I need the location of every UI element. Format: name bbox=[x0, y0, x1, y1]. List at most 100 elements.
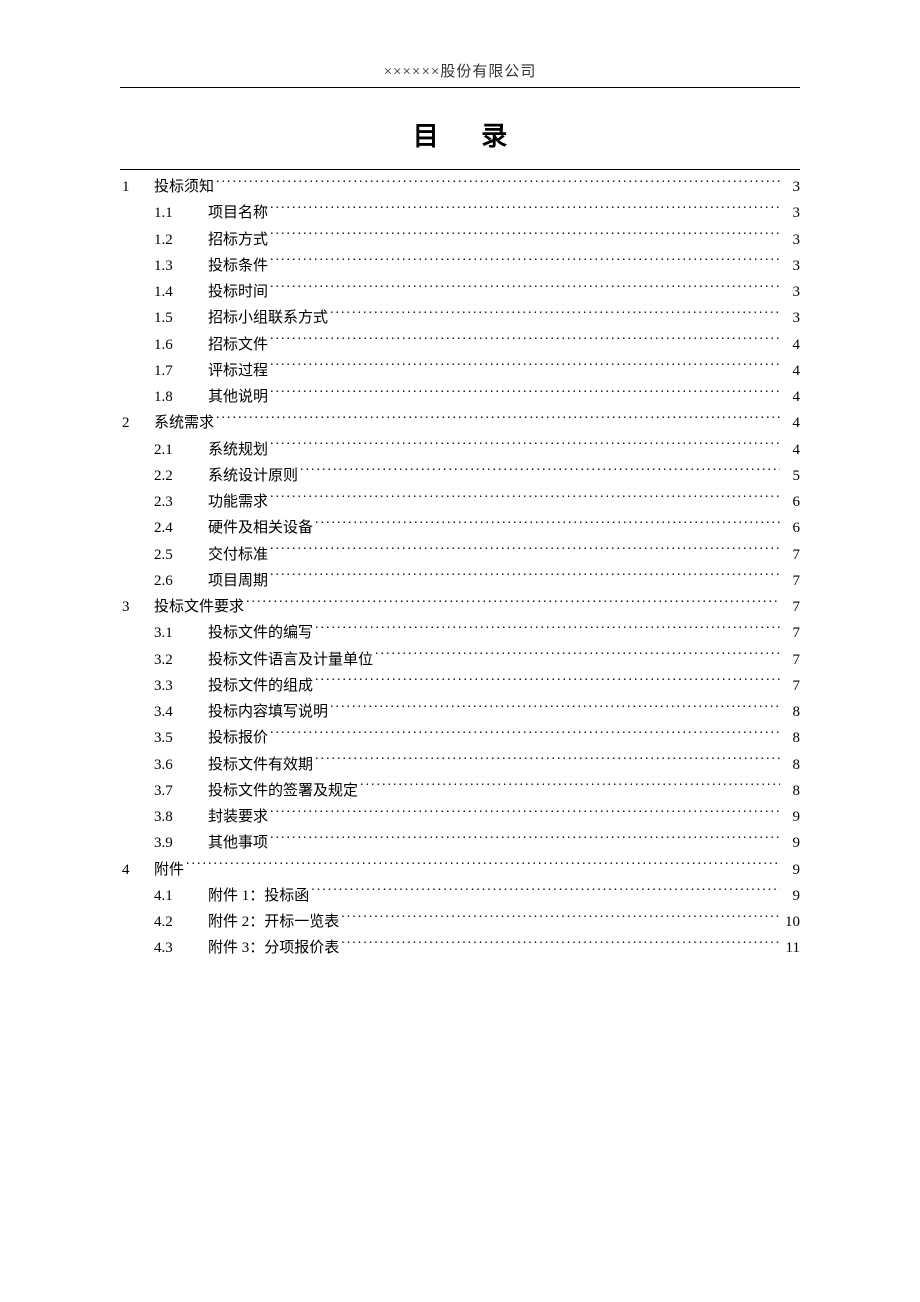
toc-entry-page: 10 bbox=[782, 909, 800, 935]
toc-entry-number: 3.7 bbox=[154, 778, 208, 804]
toc-entry: 2.5交付标准7 bbox=[120, 542, 800, 568]
toc-entry-label: 投标报价 bbox=[208, 725, 268, 751]
toc-entry-label: 投标内容填写说明 bbox=[208, 699, 328, 725]
toc-entry-page: 6 bbox=[782, 489, 800, 515]
toc-entry-page: 8 bbox=[782, 752, 800, 778]
toc-leader-dots bbox=[270, 491, 780, 506]
toc-leader-dots bbox=[360, 780, 780, 795]
toc-entry: 2.2系统设计原则5 bbox=[120, 463, 800, 489]
toc-entry-number: 2.2 bbox=[154, 463, 208, 489]
toc-leader-dots bbox=[315, 754, 780, 769]
toc-entry-number: 1 bbox=[120, 174, 154, 200]
toc-leader-dots bbox=[270, 255, 780, 270]
toc-leader-dots bbox=[300, 465, 780, 480]
toc-entry: 2.1系统规划4 bbox=[120, 437, 800, 463]
toc-entry-number: 1.4 bbox=[154, 279, 208, 305]
toc-entry: 1.8其他说明 4 bbox=[120, 384, 800, 410]
toc-entry-number: 1.2 bbox=[154, 227, 208, 253]
toc-entry: 2.3功能需求 6 bbox=[120, 489, 800, 515]
toc-entry-label: 功能需求 bbox=[208, 489, 268, 515]
toc-entry-label: 附件 bbox=[154, 857, 184, 883]
toc-entry-page: 9 bbox=[782, 830, 800, 856]
toc-entry-page: 7 bbox=[782, 620, 800, 646]
toc-leader-dots bbox=[270, 386, 780, 401]
toc-entry-page: 3 bbox=[782, 174, 800, 200]
toc-entry-label: 投标须知 bbox=[154, 174, 214, 200]
toc-entry-number: 1.7 bbox=[154, 358, 208, 384]
toc-leader-dots bbox=[270, 281, 780, 296]
toc-entry-number: 4.3 bbox=[154, 935, 208, 961]
toc-entry-page: 3 bbox=[782, 200, 800, 226]
toc-entry: 1.2招标方式 3 bbox=[120, 227, 800, 253]
toc-entry-label: 投标文件的编写 bbox=[208, 620, 313, 646]
toc-entry: 3.6投标文件有效期8 bbox=[120, 752, 800, 778]
toc-entry-label: 交付标准 bbox=[208, 542, 268, 568]
toc-entry-label: 系统设计原则 bbox=[208, 463, 298, 489]
page-header: ××××××股份有限公司 bbox=[120, 60, 800, 88]
toc-top-rule bbox=[120, 169, 800, 170]
toc-entry: 1.3投标条件3 bbox=[120, 253, 800, 279]
toc-entry-number: 1.8 bbox=[154, 384, 208, 410]
toc-entry: 4.1附件 1：投标函9 bbox=[120, 883, 800, 909]
toc-entry-number: 3.4 bbox=[154, 699, 208, 725]
toc-entry-page: 3 bbox=[782, 279, 800, 305]
toc-entry-page: 7 bbox=[782, 568, 800, 594]
toc-entry-label: 招标方式 bbox=[208, 227, 268, 253]
toc-entry-page: 8 bbox=[782, 778, 800, 804]
toc-entry-page: 4 bbox=[782, 410, 800, 436]
toc-leader-dots bbox=[315, 622, 780, 637]
document-page: ××××××股份有限公司 目 录 1投标须知31.1项目名称31.2招标方式31… bbox=[0, 0, 920, 1002]
toc-entry-number: 4.2 bbox=[154, 909, 208, 935]
toc-entry: 1.7评标过程 4 bbox=[120, 358, 800, 384]
toc-entry-number: 3.5 bbox=[154, 725, 208, 751]
toc-entry-label: 封装要求 bbox=[208, 804, 268, 830]
toc-entry-page: 9 bbox=[782, 857, 800, 883]
toc-entry-label: 投标时间 bbox=[208, 279, 268, 305]
toc-entry-number: 2 bbox=[120, 410, 154, 436]
toc-entry-number: 2.3 bbox=[154, 489, 208, 515]
toc-entry: 3.9其他事项9 bbox=[120, 830, 800, 856]
toc-leader-dots bbox=[341, 911, 780, 926]
toc-entry-number: 3.8 bbox=[154, 804, 208, 830]
toc-entry-label: 招标小组联系方式 bbox=[208, 305, 328, 331]
toc-entry-number: 1.1 bbox=[154, 200, 208, 226]
toc-leader-dots bbox=[186, 859, 780, 874]
toc-leader-dots bbox=[270, 806, 780, 821]
toc-leader-dots bbox=[330, 701, 780, 716]
toc-entry-page: 4 bbox=[782, 358, 800, 384]
toc-entry-label: 其他说明 bbox=[208, 384, 268, 410]
toc-entry-label: 附件 1：投标函 bbox=[208, 883, 309, 909]
toc-entry-page: 7 bbox=[782, 594, 800, 620]
toc-entry-page: 3 bbox=[782, 305, 800, 331]
toc-entry-page: 4 bbox=[782, 437, 800, 463]
toc-entry-label: 项目名称 bbox=[208, 200, 268, 226]
toc-leader-dots bbox=[216, 176, 780, 191]
toc-entry-page: 7 bbox=[782, 647, 800, 673]
toc-entry: 4.3附件 3：分项报价表11 bbox=[120, 935, 800, 961]
toc-entry: 1.4投标时间 3 bbox=[120, 279, 800, 305]
toc-entry-number: 3 bbox=[120, 594, 154, 620]
toc-entry-number: 3.9 bbox=[154, 830, 208, 856]
toc-entry-page: 6 bbox=[782, 515, 800, 541]
toc-entry-page: 8 bbox=[782, 725, 800, 751]
toc-entry-number: 1.6 bbox=[154, 332, 208, 358]
toc-entry-number: 2.6 bbox=[154, 568, 208, 594]
toc-entry: 3.8封装要求9 bbox=[120, 804, 800, 830]
toc-entry: 2.6项目周期7 bbox=[120, 568, 800, 594]
toc-entry-page: 3 bbox=[782, 227, 800, 253]
toc-title: 目 录 bbox=[120, 116, 800, 153]
toc-entry-label: 投标文件要求 bbox=[154, 594, 244, 620]
toc-leader-dots bbox=[270, 544, 780, 559]
toc-leader-dots bbox=[246, 596, 780, 611]
toc-entry-number: 2.4 bbox=[154, 515, 208, 541]
toc-entry-page: 4 bbox=[782, 384, 800, 410]
toc-entry: 3.2投标文件语言及计量单位7 bbox=[120, 647, 800, 673]
toc-leader-dots bbox=[311, 885, 780, 900]
toc-leader-dots bbox=[330, 307, 780, 322]
toc-entry: 1投标须知 3 bbox=[120, 174, 800, 200]
toc-entry-page: 7 bbox=[782, 673, 800, 699]
toc-entry-label: 招标文件 bbox=[208, 332, 268, 358]
toc-entry-label: 评标过程 bbox=[208, 358, 268, 384]
toc-entry-number: 3.1 bbox=[154, 620, 208, 646]
toc-leader-dots bbox=[315, 675, 780, 690]
